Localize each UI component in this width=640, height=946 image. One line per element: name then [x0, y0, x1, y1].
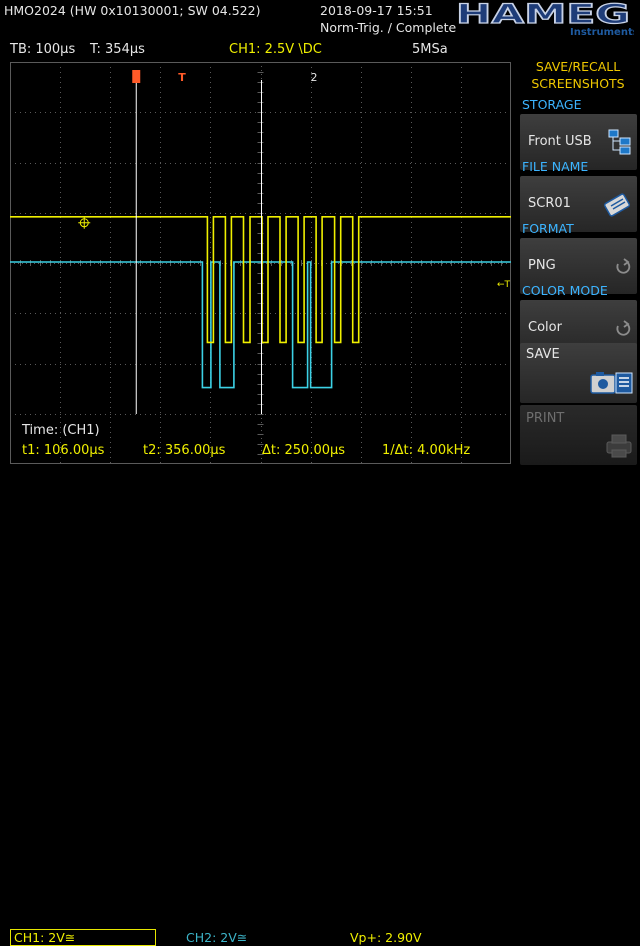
print-label: PRINT — [526, 411, 564, 426]
brand-name: HAMEG — [456, 0, 630, 30]
ch1-setting[interactable]: CH1: 2V≅ — [10, 929, 156, 946]
readout-dt: Δt: 250.00µs — [262, 443, 345, 458]
folder-tree-icon — [607, 128, 633, 156]
scope-display[interactable]: T 2 2 1 ←T Time: (CH1) t1: 106.00µs t2: … — [10, 62, 511, 464]
save-button[interactable]: SAVE — [520, 343, 637, 403]
camera-save-icon — [590, 369, 634, 397]
readout-inv-dt: 1/Δt: 4.00kHz — [382, 443, 470, 458]
trigger-source[interactable]: CH1: 2.5V \DC — [229, 42, 322, 57]
ch2-setting[interactable]: CH2: 2V≅ — [186, 930, 247, 945]
menu-title: SAVE/RECALL SCREENSHOTS — [517, 58, 639, 92]
format-value: PNG — [528, 258, 556, 273]
printer-icon — [605, 433, 633, 459]
traces — [10, 217, 511, 388]
filename-label: FILE NAME — [522, 159, 588, 174]
print-button[interactable]: PRINT — [520, 405, 637, 465]
filename-value: SCR01 — [528, 196, 571, 211]
trigger-level-marker: ←T — [497, 280, 511, 290]
sample-rate: 5MSa — [412, 42, 448, 57]
trigger-marker: T — [178, 71, 186, 84]
readout-t2: t2: 356.00µs — [143, 443, 226, 458]
menu-title-line2: SCREENSHOTS — [517, 75, 639, 92]
format-label: FORMAT — [522, 221, 574, 236]
ch2-trace — [10, 262, 511, 388]
bottom-bar: CH1: 2V≅ CH2: 2V≅ Vp+: 2.90V — [0, 464, 515, 484]
colormode-label: COLOR MODE — [522, 283, 608, 298]
device-info: HMO2024 (HW 0x10130001; SW 04.522) — [4, 3, 260, 18]
status-line: TB: 100µs T: 354µs CH1: 2.5V \DC 5MSa — [0, 40, 515, 60]
trigger-time[interactable]: T: 354µs — [90, 42, 145, 57]
softkey-menu: SAVE/RECALL SCREENSHOTS STORAGE Front US… — [517, 54, 639, 520]
trigger-state: Norm-Trig. / Complete — [320, 20, 456, 35]
trigger-flag — [132, 70, 140, 83]
vp-measurement: Vp+: 2.90V — [350, 930, 422, 945]
storage-value: Front USB — [528, 134, 592, 149]
readout-t1: t1: 106.00µs — [22, 443, 105, 458]
menu-title-line1: SAVE/RECALL — [517, 58, 639, 75]
rotate-icon — [613, 318, 633, 340]
storage-label: STORAGE — [522, 97, 582, 112]
hameg-logo: HAMEG Instruments — [452, 0, 634, 38]
timebase[interactable]: TB: 100µs — [10, 42, 75, 57]
brand-sub: Instruments — [570, 27, 634, 38]
readout-title: Time: (CH1) — [21, 423, 100, 438]
datetime: 2018-09-17 15:51 — [320, 3, 433, 18]
rotate-icon — [613, 256, 633, 278]
graticule — [10, 62, 511, 464]
cursor-2-label: 2 — [311, 71, 318, 84]
keyboard-edit-icon — [603, 190, 633, 220]
colormode-value: Color — [528, 320, 562, 335]
save-label: SAVE — [526, 347, 560, 362]
top-bar: HMO2024 (HW 0x10130001; SW 04.522) 2018-… — [0, 0, 640, 40]
